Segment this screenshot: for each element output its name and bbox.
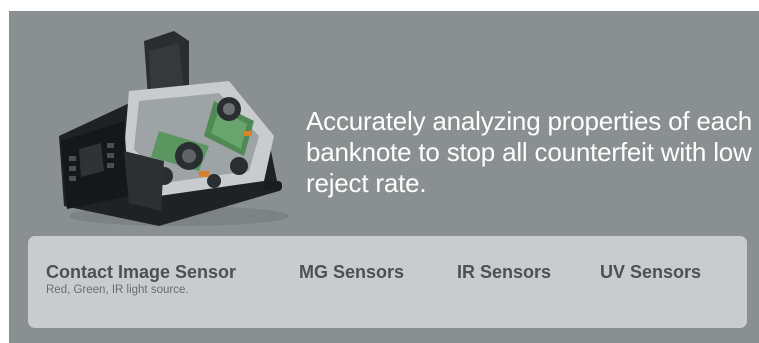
headline: Accurately analyzing properties of each …	[306, 106, 753, 198]
feature-subtitle: Red, Green, IR light source.	[46, 284, 189, 296]
feature-uv-sensors: UV Sensors	[600, 261, 701, 283]
feature-title: IR Sensors	[457, 262, 552, 282]
feature-title: UV Sensors	[600, 262, 702, 282]
feature-contact-image-sensor: Contact Image Sensor Red, Green, IR ligh…	[46, 261, 236, 297]
sensor-feature-bar: Contact Image Sensor Red, Green, IR ligh…	[28, 236, 747, 328]
feature-title: MG Sensors	[299, 262, 405, 282]
feature-ir-sensors: IR Sensors	[457, 261, 551, 283]
feature-title: Contact Image Sensor	[46, 262, 237, 282]
banknote-counter-cutaway-image	[59, 31, 289, 226]
hero-panel: Accurately analyzing properties of each …	[9, 11, 759, 343]
feature-mg-sensors: MG Sensors	[299, 261, 404, 283]
